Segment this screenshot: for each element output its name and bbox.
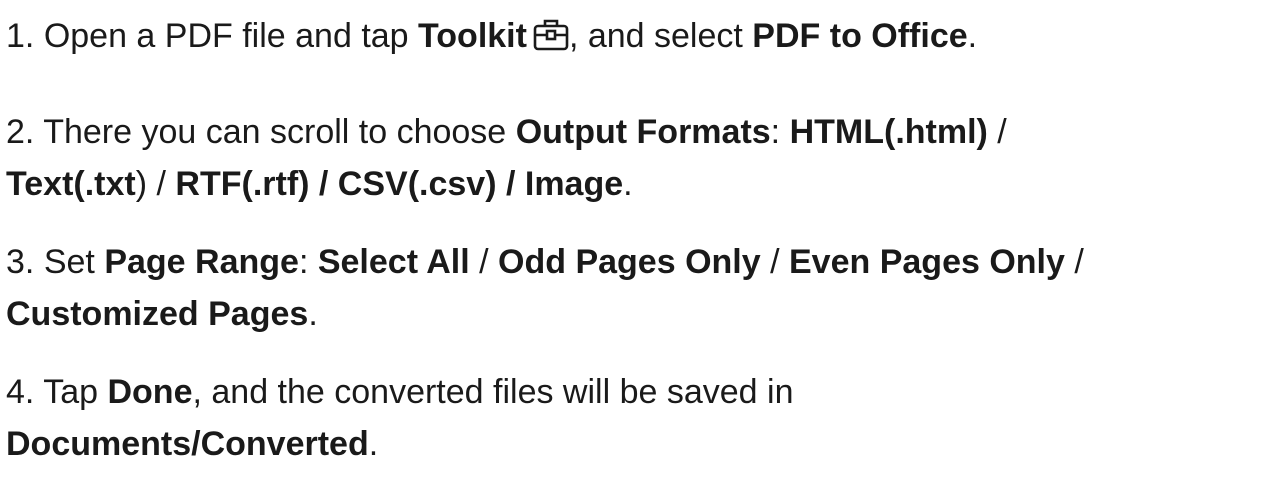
step-2-paren: ) <box>135 165 148 203</box>
step-4-text-a: Tap <box>43 373 99 411</box>
toolkit-briefcase-icon <box>533 14 569 51</box>
toolkit-label: Toolkit <box>418 17 527 55</box>
pdf-to-office-label: PDF to Office <box>752 17 968 55</box>
step-2-separator-1: / <box>987 113 1007 151</box>
step-3-separator-1: / <box>479 243 489 281</box>
step-2-text-a: There you can scroll to choose <box>43 113 507 151</box>
step-1-number: 1. <box>6 17 35 55</box>
step-4-period: . <box>368 425 379 463</box>
format-rtf-csv-image-label: RTF(.rtf) / CSV(.csv) / Image <box>175 165 624 203</box>
customized-pages-label: Customized Pages <box>6 295 309 333</box>
step-3-period: . <box>308 295 318 333</box>
step-3-number: 3. <box>6 243 35 281</box>
step-1: 1. Open a PDF file and tap Toolkit , and … <box>6 10 1282 62</box>
step-3-separator-3: / <box>1064 243 1084 281</box>
step-4-number: 4. <box>6 373 35 411</box>
odd-pages-label: Odd Pages Only <box>498 243 761 281</box>
step-3: 3. Set Page Range: Select All / Odd Page… <box>6 236 1282 340</box>
step-1-period: . <box>967 17 978 55</box>
format-text-label: Text(.txt <box>6 165 136 203</box>
step-2: 2. There you can scroll to choose Output… <box>6 106 1282 210</box>
step-3-text-a: Set <box>43 243 95 281</box>
step-2-period: . <box>623 165 633 203</box>
step-4-text-b: , and the converted files will be saved … <box>192 373 794 411</box>
format-html-label: HTML(.html) <box>789 113 988 151</box>
select-all-label: Select All <box>317 243 470 281</box>
done-label: Done <box>107 373 193 411</box>
step-1-text-b: , and select <box>568 17 743 55</box>
step-2-number: 2. <box>6 113 35 151</box>
step-2-colon: : <box>770 113 781 151</box>
step-1-text-a: Open a PDF file and tap <box>43 17 409 55</box>
even-pages-label: Even Pages Only <box>789 243 1065 281</box>
output-formats-label: Output Formats <box>515 113 771 151</box>
converted-path-label: Documents/Converted <box>6 425 369 463</box>
step-3-colon: : <box>298 243 309 281</box>
step-2-separator-2: / <box>147 165 166 203</box>
instructions-document: 1. Open a PDF file and tap Toolkit , and … <box>6 10 1282 470</box>
step-3-separator-2: / <box>770 243 780 281</box>
step-4: 4. Tap Done, and the converted files wil… <box>6 366 1282 470</box>
page-range-label: Page Range <box>104 243 299 281</box>
